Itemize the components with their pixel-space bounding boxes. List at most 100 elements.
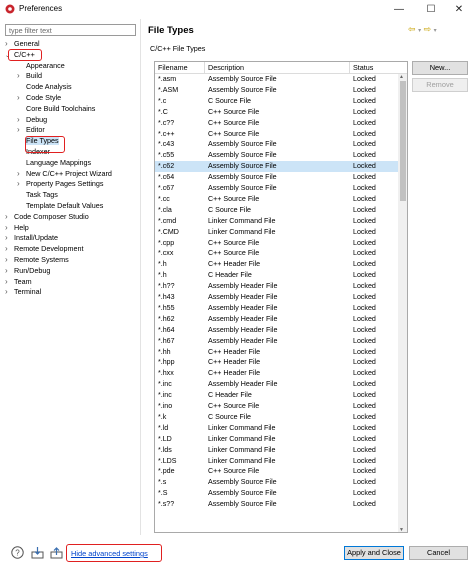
tree-item[interactable]: › Terminal — [5, 286, 41, 297]
table-row[interactable]: *.cpp C++ Source File Locked — [155, 238, 399, 249]
tree-item[interactable]: › Debug — [17, 114, 47, 125]
table-row[interactable]: *.h62 Assembly Header File Locked — [155, 314, 399, 325]
table-row[interactable]: *.c?? C++ Source File Locked — [155, 118, 399, 129]
table-row[interactable]: *.LDS Linker Command File Locked — [155, 456, 399, 467]
tree-item[interactable]: › Team — [5, 276, 32, 287]
table-row[interactable]: *.ASM Assembly Source File Locked — [155, 85, 399, 96]
scrollbar-thumb[interactable] — [400, 81, 406, 201]
tree-item[interactable]: Appearance — [17, 60, 65, 71]
tree-item[interactable]: › Remote Development — [5, 243, 84, 254]
table-row[interactable]: *.c C Source File Locked — [155, 96, 399, 107]
apply-and-close-button[interactable]: Apply and Close — [344, 546, 404, 560]
scroll-up-icon[interactable]: ▲ — [399, 74, 404, 80]
tree-item[interactable]: Core Build Toolchains — [17, 103, 95, 114]
table-row[interactable]: *.cmd Linker Command File Locked — [155, 216, 399, 227]
new-button[interactable]: New... — [412, 61, 468, 75]
table-row[interactable]: *.h55 Assembly Header File Locked — [155, 303, 399, 314]
back-dropdown-icon[interactable]: ▾ — [418, 28, 421, 34]
filter-input[interactable]: type filter text — [5, 24, 136, 36]
table-row[interactable]: *.LD Linker Command File Locked — [155, 434, 399, 445]
export-icon[interactable] — [50, 546, 63, 559]
forward-arrow-icon[interactable]: ⇨ — [424, 24, 432, 34]
column-header-status[interactable]: Status — [350, 62, 407, 74]
chevron-right-icon[interactable]: › — [5, 276, 14, 287]
table-row[interactable]: *.ino C++ Source File Locked — [155, 401, 399, 412]
table-row[interactable]: *.hh C++ Header File Locked — [155, 347, 399, 358]
minimize-button[interactable]: — — [384, 0, 414, 19]
tree-item[interactable]: Code Analysis — [17, 81, 72, 92]
table-row[interactable]: *.asm Assembly Source File Locked — [155, 74, 399, 85]
table-row[interactable]: *.h C Header File Locked — [155, 270, 399, 281]
tree-item[interactable]: Template Default Values — [17, 200, 103, 211]
column-header-description[interactable]: Description — [205, 62, 350, 74]
tree-item[interactable]: › Remote Systems — [5, 254, 69, 265]
table-vertical-scrollbar[interactable]: ▲ ▼ — [398, 74, 407, 532]
table-row[interactable]: *.c64 Assembly Source File Locked — [155, 172, 399, 183]
chevron-right-icon[interactable]: › — [5, 286, 14, 297]
table-row[interactable]: *.c++ C++ Source File Locked — [155, 129, 399, 140]
table-row[interactable]: *.C C++ Source File Locked — [155, 107, 399, 118]
forward-dropdown-icon[interactable]: ▾ — [434, 28, 437, 34]
help-icon[interactable]: ? — [11, 546, 24, 559]
column-header-filename[interactable]: Filename — [155, 62, 205, 74]
maximize-button[interactable]: ☐ — [416, 0, 446, 19]
chevron-right-icon[interactable]: › — [5, 38, 14, 49]
table-row[interactable]: *.c62 Assembly Source File Locked — [155, 161, 399, 173]
table-row[interactable]: *.cxx C++ Source File Locked — [155, 248, 399, 259]
chevron-right-icon[interactable]: › — [17, 92, 26, 103]
chevron-right-icon[interactable]: › — [17, 70, 26, 81]
cancel-button[interactable]: Cancel — [409, 546, 468, 560]
table-row[interactable]: *.inc Assembly Header File Locked — [155, 379, 399, 390]
chevron-right-icon[interactable]: › — [5, 232, 14, 243]
chevron-right-icon[interactable]: › — [5, 222, 14, 233]
table-row[interactable]: *.c67 Assembly Source File Locked — [155, 183, 399, 194]
table-row[interactable]: *.s Assembly Source File Locked — [155, 477, 399, 488]
tree-item[interactable]: › Code Style — [17, 92, 61, 103]
tree-item[interactable]: › Build — [17, 70, 42, 81]
table-row[interactable]: *.lds Linker Command File Locked — [155, 445, 399, 456]
table-row[interactable]: *.cc C++ Source File Locked — [155, 194, 399, 205]
table-row[interactable]: *.k C Source File Locked — [155, 412, 399, 423]
table-row[interactable]: *.s?? Assembly Source File Locked — [155, 499, 399, 510]
table-row[interactable]: *.pde C++ Source File Locked — [155, 466, 399, 477]
table-row[interactable]: *.CMD Linker Command File Locked — [155, 227, 399, 238]
table-row[interactable]: *.hxx C++ Header File Locked — [155, 368, 399, 379]
table-row[interactable]: *.c43 Assembly Source File Locked — [155, 139, 399, 150]
table-row[interactable]: *.cla C Source File Locked — [155, 205, 399, 216]
table-row[interactable]: *.hpp C++ Header File Locked — [155, 357, 399, 368]
table-row[interactable]: *.S Assembly Source File Locked — [155, 488, 399, 499]
chevron-right-icon[interactable]: › — [5, 211, 14, 222]
tree-item[interactable]: › Editor — [17, 124, 45, 135]
chevron-right-icon[interactable]: › — [5, 265, 14, 276]
chevron-right-icon[interactable]: › — [17, 124, 26, 135]
chevron-right-icon[interactable]: › — [17, 114, 26, 125]
table-row[interactable]: *.h67 Assembly Header File Locked — [155, 336, 399, 347]
tree-item[interactable]: › General — [5, 38, 40, 49]
table-row[interactable]: *.inc C Header File Locked — [155, 390, 399, 401]
scroll-down-icon[interactable]: ▼ — [399, 527, 404, 532]
tree-item[interactable]: › Run/Debug — [5, 265, 50, 276]
tree-item[interactable]: › New C/C++ Project Wizard — [17, 168, 112, 179]
table-row[interactable]: *.h43 Assembly Header File Locked — [155, 292, 399, 303]
close-window-button[interactable]: ✕ — [444, 0, 474, 19]
tree-item[interactable]: › Help — [5, 222, 29, 233]
tree-item[interactable]: Task Tags — [17, 189, 58, 200]
tree-item[interactable]: › Code Composer Studio — [5, 211, 89, 222]
tree-item[interactable]: Language Mappings — [17, 157, 91, 168]
chevron-right-icon[interactable]: › — [5, 243, 14, 254]
chevron-right-icon[interactable]: › — [5, 254, 14, 265]
chevron-right-icon[interactable]: › — [17, 178, 26, 189]
import-icon[interactable] — [31, 546, 44, 559]
table-row[interactable]: *.h C++ Header File Locked — [155, 259, 399, 270]
tree-item[interactable]: › Property Pages Settings — [17, 178, 104, 189]
back-arrow-icon[interactable]: ⇦ — [408, 24, 416, 34]
remove-button[interactable]: Remove — [412, 78, 468, 92]
chevron-right-icon[interactable]: › — [17, 168, 26, 179]
table-row[interactable]: *.c55 Assembly Source File Locked — [155, 150, 399, 161]
tree-item[interactable]: › Install/Update — [5, 232, 58, 243]
table-row[interactable]: *.h64 Assembly Header File Locked — [155, 325, 399, 336]
table-row[interactable]: *.ld Linker Command File Locked — [155, 423, 399, 434]
description-cell: Assembly Source File — [208, 478, 277, 487]
panel-divider[interactable] — [140, 19, 141, 535]
table-row[interactable]: *.h?? Assembly Header File Locked — [155, 281, 399, 292]
